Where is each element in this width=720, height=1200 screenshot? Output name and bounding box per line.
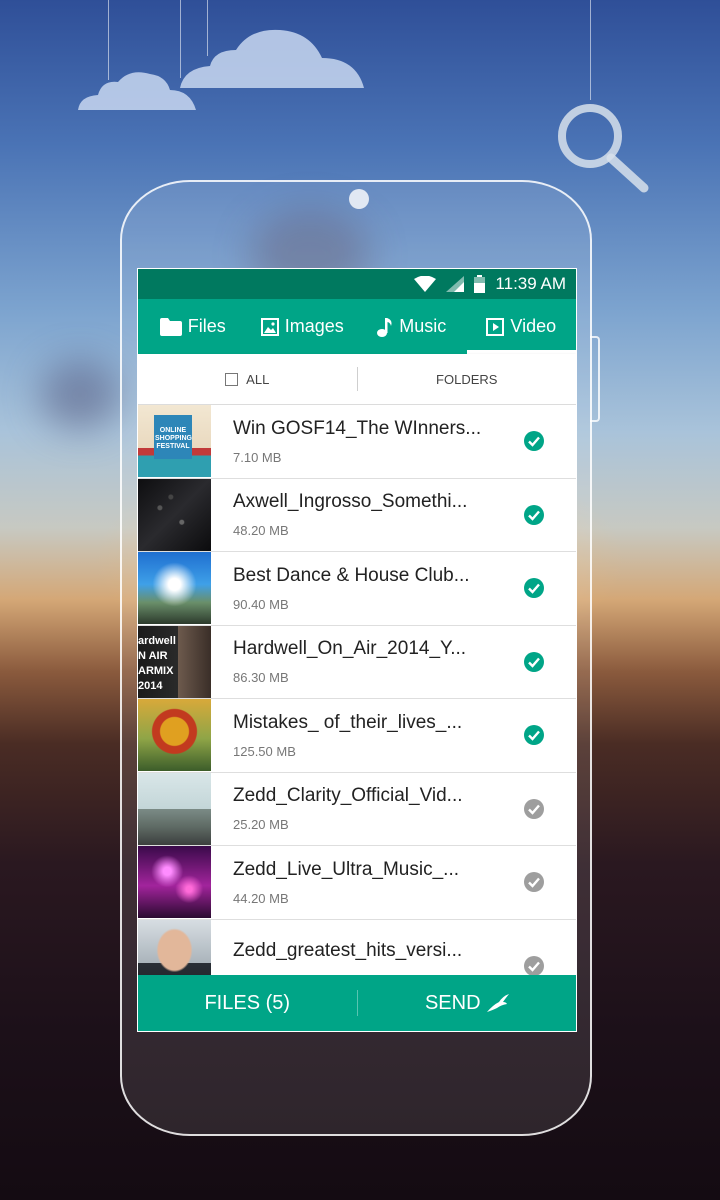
select-all-toggle[interactable]: ALL: [138, 372, 357, 387]
list-item-text: Win GOSF14_The WInners... 7.10 MB: [211, 418, 524, 465]
background-blur: [40, 360, 120, 430]
tab-label: Files: [187, 316, 226, 336]
send-label: SEND: [424, 991, 481, 1014]
list-item[interactable]: Best Dance & House Club... 90.40 MB: [138, 552, 576, 626]
file-size: 125.50 MB: [233, 743, 296, 759]
video-thumbnail: ardwell N AIR ARMIX 2014: [138, 625, 211, 698]
folders-label: FOLDERS: [436, 371, 498, 387]
file-title: Zedd_Live_Ultra_Music_...: [233, 858, 459, 880]
tab-files[interactable]: Files: [138, 299, 248, 354]
phone-side-button: [590, 336, 600, 422]
select-all-checkbox[interactable]: [225, 372, 239, 386]
list-item[interactable]: Zedd_Live_Ultra_Music_... 44.20 MB: [138, 846, 576, 920]
file-title: Best Dance & House Club...: [233, 564, 470, 586]
file-title: Zedd_Clarity_Official_Vid...: [233, 785, 463, 807]
tab-video[interactable]: Video: [466, 299, 577, 354]
list-item-text: Axwell_Ingrosso_Somethi... 48.20 MB: [211, 491, 524, 538]
check-circle-icon[interactable]: [524, 725, 544, 746]
select-all-label: ALL: [246, 371, 270, 387]
tab-bar: Files Images Music Video: [138, 299, 576, 354]
video-thumbnail: [138, 699, 211, 772]
battery-icon: [474, 275, 486, 293]
folders-button[interactable]: FOLDERS: [358, 372, 577, 387]
file-size: 7.10 MB: [233, 449, 282, 465]
check-circle-icon[interactable]: [524, 431, 544, 452]
tab-images[interactable]: Images: [248, 299, 358, 354]
file-size: 90.40 MB: [233, 596, 289, 612]
video-thumbnail: ONLINE SHOPPING FESTIVAL: [138, 405, 211, 478]
search-icon: [558, 104, 649, 193]
file-list: ONLINE SHOPPING FESTIVAL Win GOSF14_The …: [138, 405, 576, 993]
send-bird-icon: [486, 994, 509, 1012]
file-title: Hardwell_On_Air_2014_Y...: [233, 638, 467, 660]
list-item-text: Mistakes_ of_their_lives_... 125.50 MB: [211, 712, 524, 759]
file-title: Mistakes_ of_their_lives_...: [233, 711, 463, 733]
filter-bar: ALL FOLDERS: [138, 354, 576, 405]
status-bar: 11:39 AM: [138, 269, 576, 299]
status-time: 11:39 AM: [495, 274, 566, 293]
music-note-icon: [377, 317, 392, 337]
tab-music[interactable]: Music: [357, 299, 467, 354]
video-thumbnail: [138, 478, 211, 551]
folder-icon: [159, 317, 182, 336]
wifi-icon: [414, 276, 437, 292]
bottom-action-bar: FILES (5) SEND: [138, 975, 576, 1031]
cloud-icon: [180, 29, 364, 88]
video-icon: [486, 317, 505, 336]
list-item-text: Best Dance & House Club... 90.40 MB: [211, 565, 524, 612]
list-item-text: Zedd_greatest_hits_versi...: [211, 940, 524, 972]
check-circle-icon[interactable]: [524, 651, 544, 672]
files-count-label: FILES (5): [204, 991, 291, 1014]
thumbnail-text: ONLINE SHOPPING FESTIVAL: [155, 427, 192, 451]
phone-screen: 11:39 AM Files Images Music Video ALL FO…: [137, 268, 577, 1032]
list-item[interactable]: Zedd_Clarity_Official_Vid... 25.20 MB: [138, 772, 576, 846]
thumbnail-text: ardwell N AIR ARMIX 2014: [138, 634, 176, 692]
send-button[interactable]: SEND: [358, 992, 577, 1015]
list-item-text: Zedd_Clarity_Official_Vid... 25.20 MB: [211, 785, 524, 832]
files-count-button[interactable]: FILES (5): [138, 992, 357, 1015]
list-item-text: Zedd_Live_Ultra_Music_... 44.20 MB: [211, 859, 524, 906]
file-size: 48.20 MB: [233, 523, 289, 539]
file-title: Axwell_Ingrosso_Somethi...: [233, 491, 468, 513]
phone-camera: [349, 189, 369, 209]
file-title: Win GOSF14_The WInners...: [233, 417, 482, 439]
image-icon: [260, 317, 279, 336]
video-thumbnail: [138, 552, 211, 625]
tab-label: Music: [399, 316, 447, 336]
file-title: Zedd_greatest_hits_versi...: [233, 939, 463, 961]
cloud-string: [590, 0, 591, 100]
file-size: 44.20 MB: [233, 890, 289, 906]
check-circle-icon[interactable]: [524, 955, 544, 976]
list-item[interactable]: Axwell_Ingrosso_Somethi... 48.20 MB: [138, 478, 576, 552]
cell-signal-icon: [446, 276, 465, 292]
list-item[interactable]: ONLINE SHOPPING FESTIVAL Win GOSF14_The …: [138, 405, 576, 479]
check-circle-icon[interactable]: [524, 798, 544, 819]
tab-label: Video: [510, 316, 557, 336]
list-item-text: Hardwell_On_Air_2014_Y... 86.30 MB: [211, 638, 524, 685]
check-circle-icon[interactable]: [524, 872, 544, 893]
list-item[interactable]: ardwell N AIR ARMIX 2014 Hardwell_On_Air…: [138, 625, 576, 699]
tab-label: Images: [284, 316, 344, 336]
check-circle-icon[interactable]: [524, 504, 544, 525]
list-item[interactable]: Mistakes_ of_their_lives_... 125.50 MB: [138, 699, 576, 773]
file-size: 86.30 MB: [233, 670, 289, 686]
check-circle-icon[interactable]: [524, 578, 544, 599]
video-thumbnail: [138, 772, 211, 845]
video-thumbnail: [138, 846, 211, 919]
file-size: 25.20 MB: [233, 817, 289, 833]
